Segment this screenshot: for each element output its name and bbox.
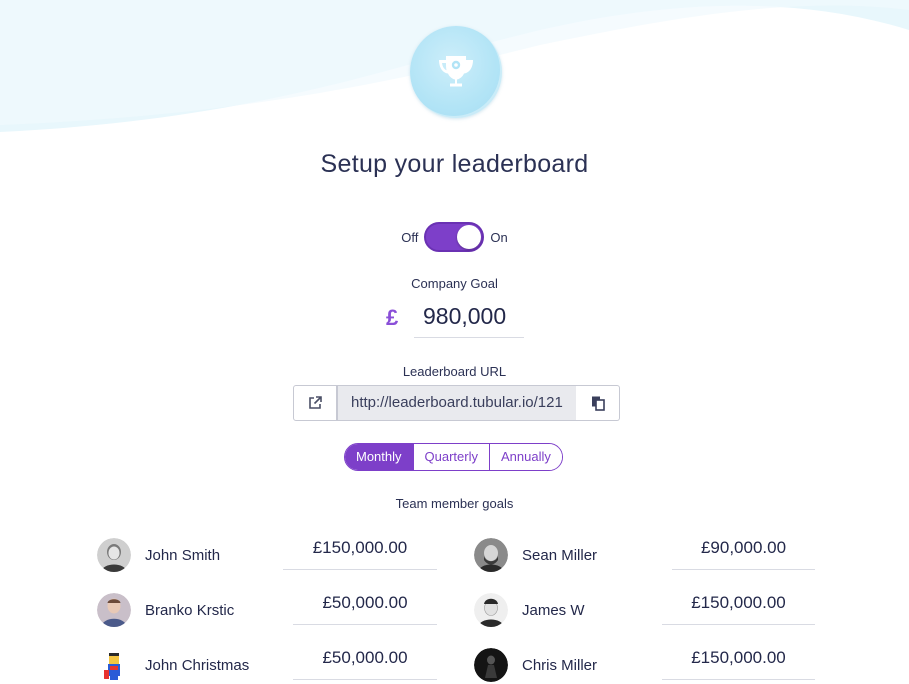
member-name: James W <box>522 601 585 619</box>
team-member-row: Sean Miller <box>474 538 597 572</box>
copy-icon <box>591 396 605 411</box>
team-member-row: Chris Miller <box>474 648 597 682</box>
toggle-on-label: On <box>490 229 508 245</box>
member-name: John Smith <box>145 546 221 564</box>
team-member-row: John Smith <box>97 538 220 572</box>
currency-symbol: £ <box>386 305 399 330</box>
member-goal-input[interactable]: £50,000.00 <box>293 589 437 625</box>
trophy-badge <box>410 26 502 118</box>
tab-annually[interactable]: Annually <box>489 444 562 470</box>
period-selector: Monthly Quarterly Annually <box>344 443 563 471</box>
open-url-button[interactable] <box>293 385 337 421</box>
team-member-row: Branko Krstic <box>97 593 234 627</box>
member-name: John Christmas <box>145 656 250 674</box>
leaderboard-toggle-row: Off On <box>0 222 909 252</box>
avatar <box>474 593 508 627</box>
trophy-icon <box>439 56 473 87</box>
member-goal-input[interactable]: £150,000.00 <box>662 589 815 625</box>
leaderboard-url-label: Leaderboard URL <box>402 364 507 379</box>
team-member-row: John Christmas <box>97 648 249 682</box>
leaderboard-url-field[interactable]: http://leaderboard.tubular.io/121 <box>337 385 576 421</box>
page-title: Setup your leaderboard <box>320 150 589 178</box>
avatar <box>97 538 131 572</box>
member-goal-input[interactable]: £90,000.00 <box>672 534 815 570</box>
company-goal-row: £ 980,000 <box>386 298 524 338</box>
toggle-off-label: Off <box>401 229 419 245</box>
member-name: Branko Krstic <box>145 601 235 619</box>
company-goal-input[interactable]: 980,000 <box>414 298 524 338</box>
avatar <box>474 538 508 572</box>
team-goals-label: Team member goals <box>395 496 514 511</box>
member-name: Chris Miller <box>522 656 597 674</box>
company-goal-label: Company Goal <box>411 276 498 291</box>
leaderboard-toggle[interactable] <box>424 222 485 252</box>
member-goal-input[interactable]: £150,000.00 <box>662 644 815 680</box>
team-member-row: James W <box>474 593 585 627</box>
external-link-icon <box>309 396 322 409</box>
toggle-knob <box>457 225 482 249</box>
copy-url-button[interactable] <box>576 385 620 421</box>
member-name: Sean Miller <box>522 546 598 564</box>
tab-quarterly[interactable]: Quarterly <box>412 444 489 470</box>
avatar <box>474 648 508 682</box>
member-goal-input[interactable]: £150,000.00 <box>283 534 437 570</box>
leaderboard-url-group: http://leaderboard.tubular.io/121 <box>293 385 620 421</box>
avatar <box>97 593 131 627</box>
avatar <box>97 648 131 682</box>
member-goal-input[interactable]: £50,000.00 <box>293 644 437 680</box>
tab-monthly[interactable]: Monthly <box>345 444 413 470</box>
